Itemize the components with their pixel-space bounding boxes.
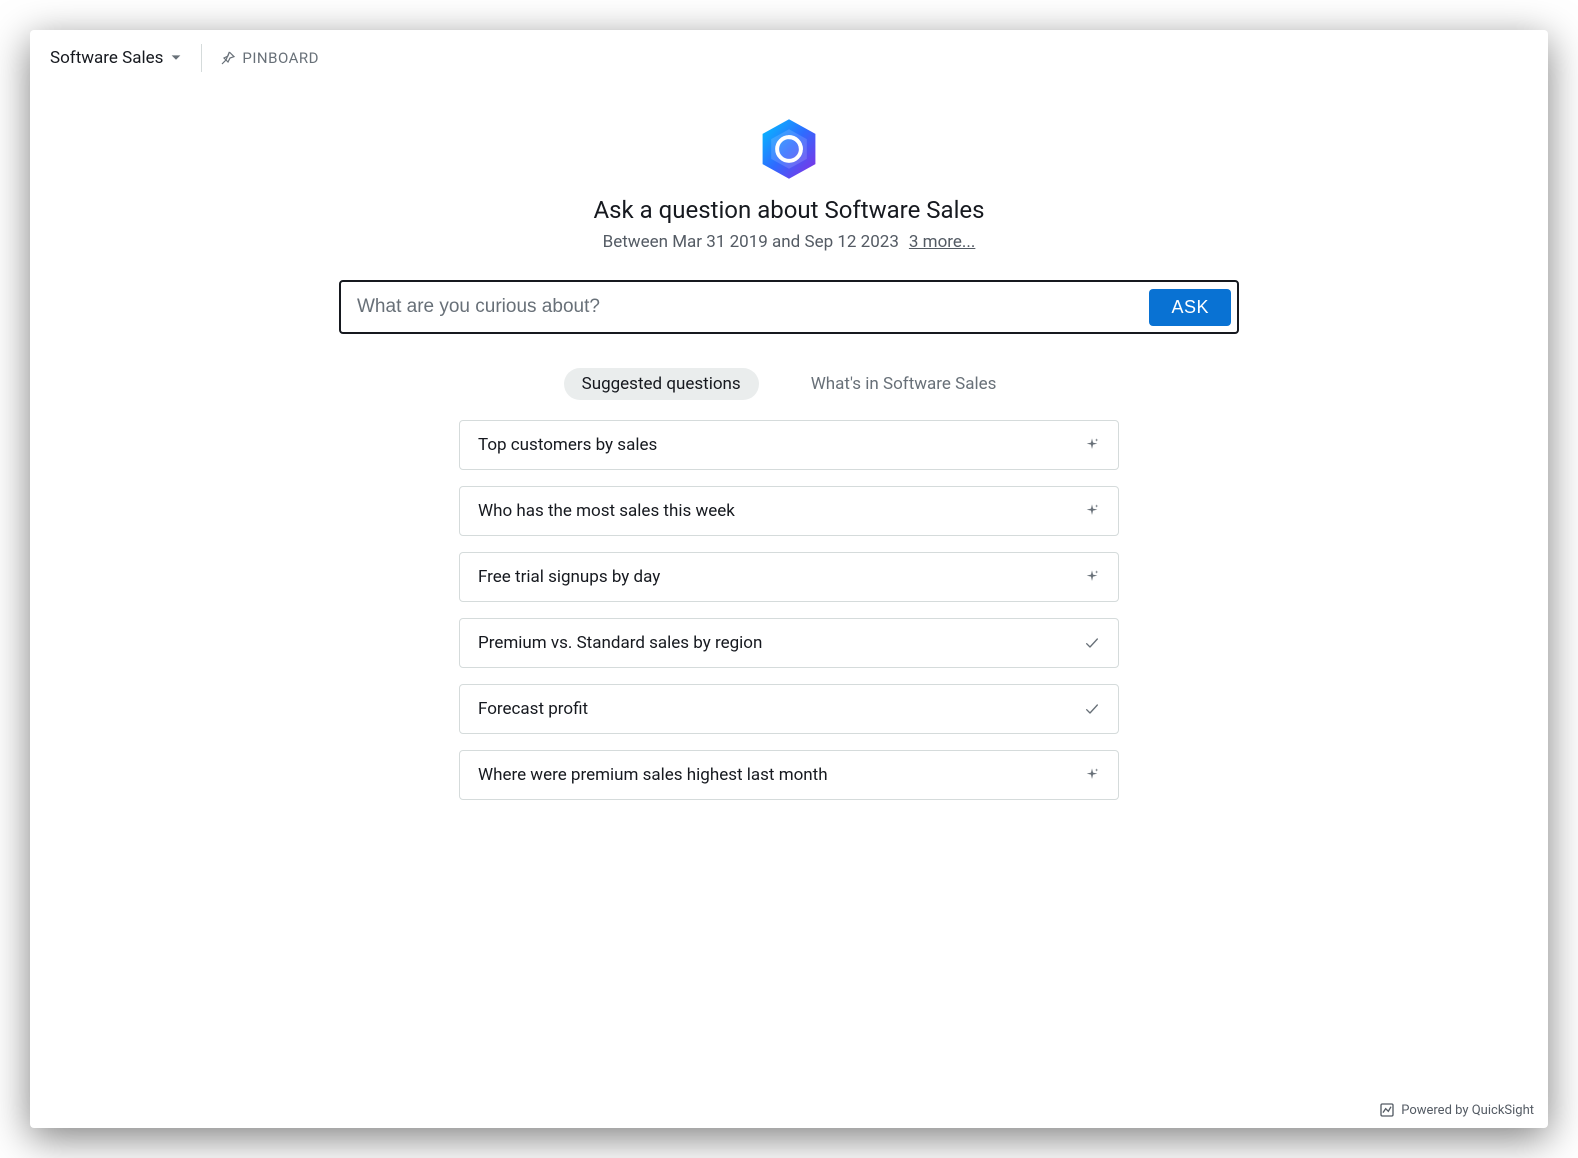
app-frame: Software Sales PINBOARD Ask a quest xyxy=(30,30,1548,1128)
question-text: Top customers by sales xyxy=(478,435,657,455)
question-text: Where were premium sales highest last mo… xyxy=(478,765,828,785)
quicksight-logo-icon xyxy=(756,116,822,182)
question-status-icon xyxy=(1084,437,1100,453)
pinboard-button[interactable]: PINBOARD xyxy=(220,49,319,67)
sparkle-icon xyxy=(1084,503,1100,519)
sparkle-icon xyxy=(1084,767,1100,783)
chevron-down-icon xyxy=(169,51,183,65)
suggested-question[interactable]: Free trial signups by day xyxy=(459,552,1119,602)
suggested-question[interactable]: Where were premium sales highest last mo… xyxy=(459,750,1119,800)
sparkle-icon xyxy=(1084,437,1100,453)
question-status-icon xyxy=(1084,635,1100,651)
more-filters-link[interactable]: 3 more... xyxy=(909,232,975,252)
question-status-icon xyxy=(1084,503,1100,519)
page-title: Ask a question about Software Sales xyxy=(593,196,984,224)
suggested-questions-list: Top customers by sales Who has the most s… xyxy=(30,420,1548,800)
ask-button[interactable]: ASK xyxy=(1149,289,1231,326)
tab-suggested-questions[interactable]: Suggested questions xyxy=(564,368,759,400)
tab-whats-in[interactable]: What's in Software Sales xyxy=(793,368,1015,400)
search-bar: ASK xyxy=(339,280,1239,334)
suggested-question[interactable]: Premium vs. Standard sales by region xyxy=(459,618,1119,668)
question-input[interactable] xyxy=(347,288,1149,326)
topic-label: Software Sales xyxy=(50,48,163,68)
suggested-question[interactable]: Forecast profit xyxy=(459,684,1119,734)
pinboard-label: PINBOARD xyxy=(242,49,319,67)
question-status-icon xyxy=(1084,701,1100,717)
date-range: Between Mar 31 2019 and Sep 12 2023 xyxy=(603,232,899,252)
check-icon xyxy=(1084,635,1100,651)
hero-section: Ask a question about Software Sales Betw… xyxy=(30,116,1548,252)
hero-meta: Between Mar 31 2019 and Sep 12 2023 3 mo… xyxy=(603,232,976,252)
suggested-question[interactable]: Who has the most sales this week xyxy=(459,486,1119,536)
question-status-icon xyxy=(1084,569,1100,585)
header-bar: Software Sales PINBOARD xyxy=(30,30,1548,86)
question-text: Who has the most sales this week xyxy=(478,501,735,521)
sparkle-icon xyxy=(1084,569,1100,585)
question-text: Forecast profit xyxy=(478,699,588,719)
powered-by-text: Powered by QuickSight xyxy=(1401,1103,1534,1118)
search-wrap: ASK xyxy=(30,280,1548,334)
quicksight-mark-icon xyxy=(1379,1102,1395,1118)
suggested-question[interactable]: Top customers by sales xyxy=(459,420,1119,470)
tabs: Suggested questions What's in Software S… xyxy=(30,368,1548,400)
question-text: Premium vs. Standard sales by region xyxy=(478,633,762,653)
topic-selector[interactable]: Software Sales xyxy=(50,44,202,72)
question-text: Free trial signups by day xyxy=(478,567,660,587)
pin-icon xyxy=(220,50,236,66)
check-icon xyxy=(1084,701,1100,717)
question-status-icon xyxy=(1084,767,1100,783)
footer: Powered by QuickSight xyxy=(1379,1102,1534,1118)
